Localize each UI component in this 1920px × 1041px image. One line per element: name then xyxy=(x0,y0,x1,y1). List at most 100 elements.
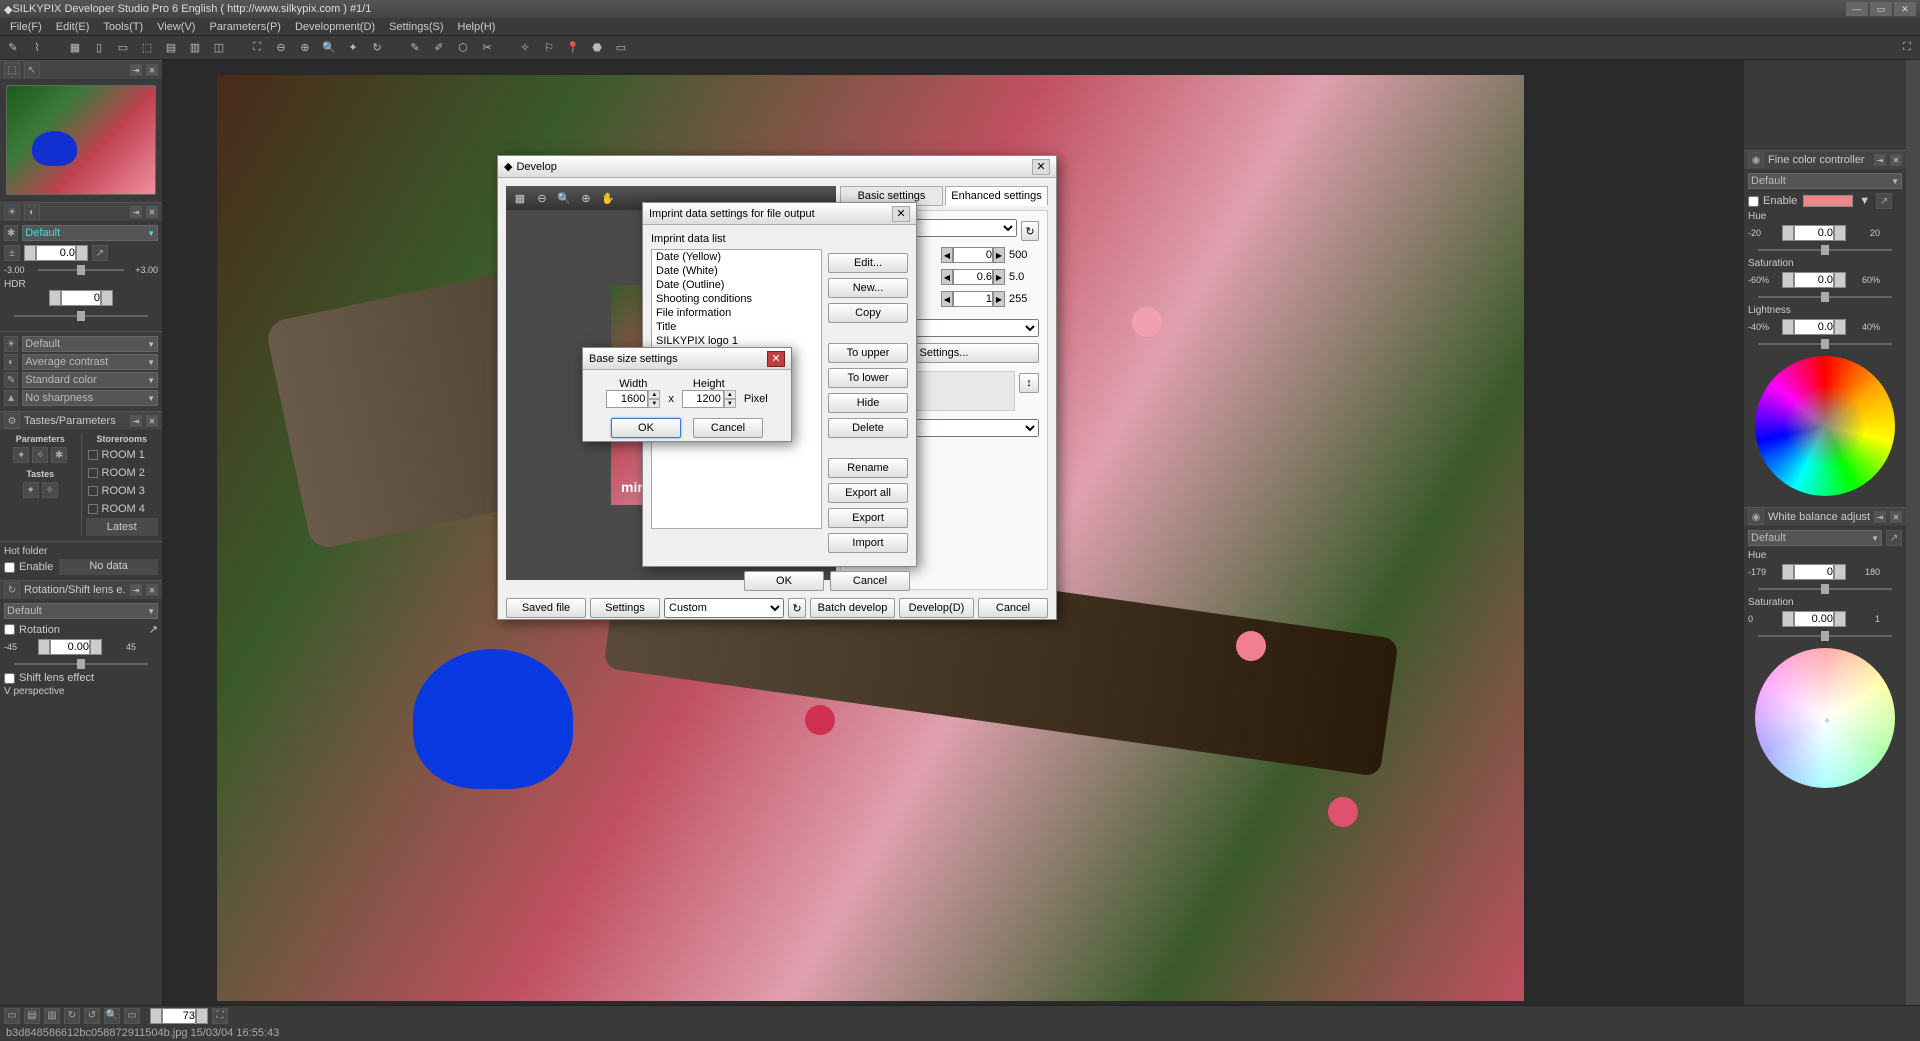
sharpness-combo[interactable]: No sharpness▼ xyxy=(22,390,158,406)
pin-icon[interactable]: 📍 xyxy=(564,39,582,57)
fc-sat-input[interactable] xyxy=(1794,272,1834,288)
close-button[interactable]: ✕ xyxy=(1894,2,1916,16)
rotation-input[interactable] xyxy=(50,639,90,655)
color-icon[interactable]: ▭ xyxy=(612,39,630,57)
panel-close-icon[interactable]: ✕ xyxy=(146,206,158,218)
zoom-input[interactable] xyxy=(162,1008,196,1024)
menu-edit[interactable]: Edit(E) xyxy=(50,20,96,34)
ev-arrow-icon[interactable]: ↗ xyxy=(92,245,108,261)
panel-pin-icon[interactable]: ⇥ xyxy=(130,64,142,76)
room-3[interactable]: ROOM 3 xyxy=(86,482,159,500)
val3-increase[interactable]: ▶ xyxy=(993,291,1005,307)
ev-input[interactable] xyxy=(36,245,76,261)
bt-icon-3[interactable]: ▥ xyxy=(44,1008,60,1024)
crop-icon[interactable]: ✧ xyxy=(516,39,534,57)
hdr-slider[interactable] xyxy=(14,310,148,322)
panel-close-icon[interactable]: ✕ xyxy=(1890,154,1902,166)
develop-close-button[interactable]: ✕ xyxy=(1032,159,1050,175)
imprint-delete-button[interactable]: Delete xyxy=(828,418,908,438)
develop-button[interactable]: Develop(D) xyxy=(899,598,974,618)
finecolor-picker-icon[interactable]: ↗ xyxy=(1876,193,1892,209)
val2-increase[interactable]: ▶ xyxy=(993,269,1005,285)
imprint-item[interactable]: File information xyxy=(652,306,821,320)
rotation-preset-combo[interactable]: Default▼ xyxy=(4,603,158,619)
color-preset-icon[interactable]: ✎ xyxy=(4,372,18,388)
navigator-thumbnail[interactable] xyxy=(6,85,156,195)
finecolor-wheel[interactable] xyxy=(1755,356,1895,496)
imprint-import-button[interactable]: Import xyxy=(828,533,908,553)
room-4[interactable]: ROOM 4 xyxy=(86,500,159,518)
zoom-decrease[interactable]: ◀ xyxy=(150,1008,162,1024)
hotfolder-enable-check[interactable]: Enable xyxy=(4,561,53,573)
exposure-icon[interactable]: ☀ xyxy=(4,204,20,220)
param1-icon[interactable]: ✦ xyxy=(13,447,29,463)
imprint-copy-button[interactable]: Copy xyxy=(828,303,908,323)
imprint-item[interactable]: SILKYPIX logo 1 xyxy=(652,334,821,348)
fc-sat-slider[interactable] xyxy=(1758,291,1892,303)
bt-icon-4[interactable]: ↻ xyxy=(64,1008,80,1024)
zoom-icon[interactable]: 🔍 xyxy=(320,39,338,57)
ev-icon[interactable]: ± xyxy=(4,245,20,261)
imprint-item[interactable]: Date (Yellow) xyxy=(652,250,821,264)
imprint-rename-button[interactable]: Rename xyxy=(828,458,908,478)
imprint-tolower-button[interactable]: To lower xyxy=(828,368,908,388)
menu-development[interactable]: Development(D) xyxy=(289,20,381,34)
taste1-icon[interactable]: ✦ xyxy=(23,482,39,498)
zoomfit-icon[interactable]: ⛶ xyxy=(248,39,266,57)
enhanced-settings-tab[interactable]: Enhanced settings xyxy=(945,186,1048,206)
val1-input[interactable] xyxy=(953,247,993,263)
maximize-button[interactable]: ▭ xyxy=(1870,2,1892,16)
cursor-icon[interactable]: ↖ xyxy=(24,62,40,78)
dev-hand-icon[interactable]: ✋ xyxy=(598,188,618,208)
rotation-slider[interactable] xyxy=(14,658,148,670)
fc-hue-slider[interactable] xyxy=(1758,244,1892,256)
dev-grid-icon[interactable]: ▦ xyxy=(510,188,530,208)
height-up[interactable]: ▲ xyxy=(724,390,736,399)
zoomin-icon[interactable]: ⊕ xyxy=(296,39,314,57)
bt-icon-7[interactable]: ▭ xyxy=(124,1008,140,1024)
develop-cancel-button[interactable]: Cancel xyxy=(978,598,1048,618)
imprint-cancel-button[interactable]: Cancel xyxy=(830,571,910,591)
fc-light-slider[interactable] xyxy=(1758,338,1892,350)
imprint-exportall-button[interactable]: Export all xyxy=(828,483,908,503)
dev-zoom-icon[interactable]: 🔍 xyxy=(554,188,574,208)
param2-icon[interactable]: ✧ xyxy=(32,447,48,463)
preset-icon[interactable]: ✱ xyxy=(4,225,18,241)
fc-light-input[interactable] xyxy=(1794,319,1834,335)
dev-zoomout-icon[interactable]: ⊖ xyxy=(532,188,552,208)
room-2[interactable]: ROOM 2 xyxy=(86,464,159,482)
sun-icon[interactable]: ☀ xyxy=(4,336,18,352)
grid4-icon[interactable]: ▦ xyxy=(66,39,84,57)
imprint-item[interactable]: Title xyxy=(652,320,821,334)
panel-close-icon[interactable]: ✕ xyxy=(1890,511,1902,523)
tag-icon[interactable]: ⬣ xyxy=(588,39,606,57)
exposure-preset-combo[interactable]: Default▼ xyxy=(22,225,158,241)
bt-icon-8[interactable]: ⛶ xyxy=(212,1008,228,1024)
ev-increase[interactable]: ▶ xyxy=(76,245,88,261)
hdr-input[interactable] xyxy=(61,290,101,306)
room-1[interactable]: ROOM 1 xyxy=(86,446,159,464)
tone-icon[interactable]: ◐ xyxy=(24,204,40,220)
rot-increase[interactable]: ▶ xyxy=(90,639,102,655)
panel-pin-icon[interactable]: ⇥ xyxy=(130,206,142,218)
zoom-increase[interactable]: ▶ xyxy=(196,1008,208,1024)
menu-view[interactable]: View(V) xyxy=(151,20,201,34)
basesize-close-button[interactable]: ✕ xyxy=(767,351,785,367)
wb-picker-icon[interactable]: ↗ xyxy=(1886,530,1902,546)
imprint-export-button[interactable]: Export xyxy=(828,508,908,528)
wb-hue-input[interactable] xyxy=(1794,564,1834,580)
brush-icon[interactable]: ✎ xyxy=(4,39,22,57)
rotate-icon[interactable]: ↻ xyxy=(368,39,386,57)
minimize-button[interactable]: — xyxy=(1846,2,1868,16)
tool3-icon[interactable]: ⬡ xyxy=(454,39,472,57)
flag-icon[interactable]: ⚐ xyxy=(540,39,558,57)
val3-input[interactable] xyxy=(953,291,993,307)
custom-combo[interactable]: Custom xyxy=(664,598,784,618)
val2-input[interactable] xyxy=(953,269,993,285)
wb-hue-slider[interactable] xyxy=(1758,583,1892,595)
enhanced-refresh-1[interactable]: ↻ xyxy=(1021,221,1039,241)
panel-pin-icon[interactable]: ⇥ xyxy=(130,415,142,427)
val1-decrease[interactable]: ◀ xyxy=(941,247,953,263)
dev-settings-button[interactable]: Settings xyxy=(590,598,660,618)
imprint-hide-button[interactable]: Hide xyxy=(828,393,908,413)
